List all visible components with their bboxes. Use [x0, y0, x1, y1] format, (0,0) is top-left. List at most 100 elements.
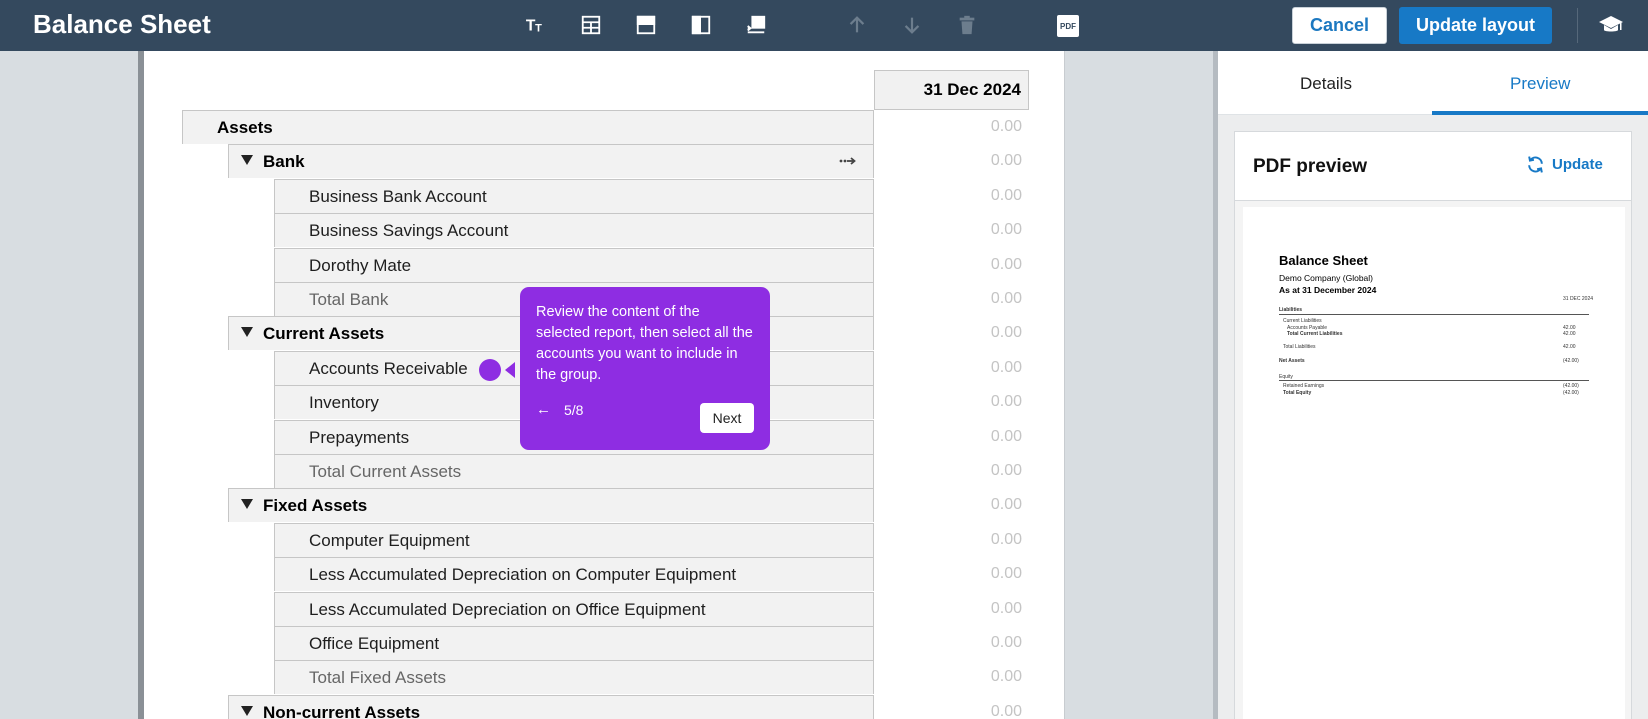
collapse-caret-icon[interactable]: [241, 155, 253, 165]
pdf-preview-header: PDF preview Update: [1234, 131, 1632, 201]
row-value: 0.00: [990, 393, 1022, 410]
insert-icon[interactable]: [743, 12, 769, 38]
row-value: 0.00: [990, 565, 1022, 582]
move-group-icon[interactable]: [839, 155, 857, 167]
pdf-as-at: As at 31 December 2024: [1279, 285, 1377, 295]
pdf-line-value: 42.00: [1563, 331, 1576, 337]
report-row[interactable]: Dorothy Mate: [274, 248, 874, 282]
row-value: 0.00: [990, 703, 1022, 719]
pdf-preview-body: Balance Sheet Demo Company (Global) As a…: [1234, 201, 1632, 719]
report-row[interactable]: Bank: [228, 144, 874, 178]
report-row[interactable]: Total Current Assets: [274, 454, 874, 488]
row-label: Total Fixed Assets: [309, 667, 447, 687]
toolbar-divider: [1577, 8, 1578, 43]
collapse-caret-icon[interactable]: [241, 327, 253, 337]
report-row[interactable]: Assets: [182, 110, 874, 144]
tour-tooltip: Review the content of the selected repor…: [520, 287, 770, 450]
row-value: 0.00: [990, 428, 1022, 445]
row-value: 0.00: [990, 634, 1022, 651]
next-button[interactable]: Next: [700, 403, 754, 433]
collapse-caret-icon[interactable]: [241, 499, 253, 509]
pdf-date-col: 31 DEC 2024: [1563, 296, 1594, 302]
update-layout-button[interactable]: Update layout: [1399, 7, 1552, 44]
update-preview-label: Update: [1552, 156, 1603, 173]
row-label: Total Current Assets: [309, 461, 462, 481]
pdf-line-label: Total Current Liabilities: [1287, 331, 1343, 337]
panel-tabs: Details Preview: [1218, 51, 1648, 115]
arrow-up-icon[interactable]: [844, 12, 870, 38]
tab-preview[interactable]: Preview: [1510, 74, 1570, 94]
refresh-icon: [1528, 156, 1543, 173]
pdf-line-value: 42.00: [1563, 344, 1576, 350]
pdf-line-label: Liabilities: [1279, 307, 1303, 313]
row-label: Less Accumulated Depreciation on Office …: [309, 599, 706, 619]
cancel-button[interactable]: Cancel: [1292, 7, 1387, 44]
back-arrow-icon[interactable]: ←: [536, 401, 551, 418]
tooltip-text: Review the content of the selected repor…: [536, 304, 753, 383]
pdf-line-label: Total Equity: [1283, 390, 1312, 396]
report-row[interactable]: Business Bank Account: [274, 179, 874, 213]
report-row[interactable]: Less Accumulated Depreciation on Compute…: [274, 557, 874, 591]
row-label: Prepayments: [309, 427, 410, 447]
pdf-icon[interactable]: PDF: [1057, 15, 1079, 37]
pdf-rule: [1279, 380, 1589, 381]
row-value: 0.00: [990, 152, 1022, 169]
row-value: 0.00: [990, 668, 1022, 685]
column-layout-icon[interactable]: [688, 12, 714, 38]
side-panel: Details Preview PDF preview Update Balan…: [1218, 51, 1648, 719]
row-layout-icon[interactable]: [633, 12, 659, 38]
row-value: 0.00: [990, 290, 1022, 307]
trash-icon[interactable]: [954, 12, 980, 38]
row-label: Current Assets: [263, 323, 385, 343]
pdf-line-label: Retained Earnings: [1283, 383, 1325, 389]
pdf-line-value: (42.00): [1563, 383, 1579, 389]
pdf-line-label: Net Assets: [1279, 358, 1305, 364]
row-value: 0.00: [990, 221, 1022, 238]
tour-hotspot[interactable]: [479, 359, 501, 381]
graduation-cap-icon[interactable]: [1598, 14, 1624, 36]
row-label: Total Bank: [309, 289, 389, 309]
row-label: Less Accumulated Depreciation on Compute…: [309, 564, 737, 584]
row-value: 0.00: [990, 359, 1022, 376]
row-value: 0.00: [990, 187, 1022, 204]
row-label: Inventory: [309, 392, 379, 412]
report-row[interactable]: Non-current Assets: [228, 695, 874, 719]
report-row[interactable]: Total Fixed Assets: [274, 660, 874, 694]
collapse-caret-icon[interactable]: [241, 706, 253, 716]
row-value: 0.00: [990, 496, 1022, 513]
row-label: Computer Equipment: [309, 530, 470, 550]
pdf-title: Balance Sheet: [1279, 253, 1368, 268]
arrow-down-icon[interactable]: [899, 12, 925, 38]
row-value: 0.00: [990, 462, 1022, 479]
pdf-page: Balance Sheet Demo Company (Global) As a…: [1243, 207, 1625, 719]
page-title: Balance Sheet: [33, 9, 211, 39]
row-label: Fixed Assets: [263, 495, 368, 515]
pdf-company: Demo Company (Global): [1279, 273, 1374, 283]
row-label: Business Savings Account: [309, 220, 509, 240]
row-label: Accounts Receivable: [309, 358, 468, 378]
report-row[interactable]: Fixed Assets: [228, 488, 874, 522]
tooltip-step: 5/8: [564, 402, 584, 418]
pdf-rule: [1279, 314, 1589, 315]
pdf-line-value: (42.00): [1563, 390, 1579, 396]
row-value: 0.00: [990, 256, 1022, 273]
text-format-icon[interactable]: TT: [523, 12, 549, 38]
row-label: Office Equipment: [309, 633, 440, 653]
row-value: 0.00: [990, 324, 1022, 341]
column-header-date: 31 Dec 2024: [874, 70, 1029, 110]
report-row[interactable]: Business Savings Account: [274, 213, 874, 247]
report-row[interactable]: Computer Equipment: [274, 523, 874, 557]
table-icon[interactable]: [578, 12, 604, 38]
report-row[interactable]: Office Equipment: [274, 626, 874, 660]
row-label: Business Bank Account: [309, 186, 487, 206]
update-preview-button[interactable]: Update: [1526, 155, 1603, 174]
top-toolbar: Balance Sheet TT PDF Cancel Update layou…: [0, 0, 1648, 51]
row-value: 0.00: [990, 531, 1022, 548]
tab-details[interactable]: Details: [1300, 74, 1352, 94]
pdf-line-value: (42.00): [1563, 358, 1579, 364]
row-label: Non-current Assets: [263, 702, 421, 719]
svg-text:T: T: [535, 22, 542, 34]
report-row[interactable]: Less Accumulated Depreciation on Office …: [274, 592, 874, 626]
pdf-line-label: Total Liabilities: [1283, 344, 1316, 350]
row-label: Assets: [217, 117, 273, 137]
